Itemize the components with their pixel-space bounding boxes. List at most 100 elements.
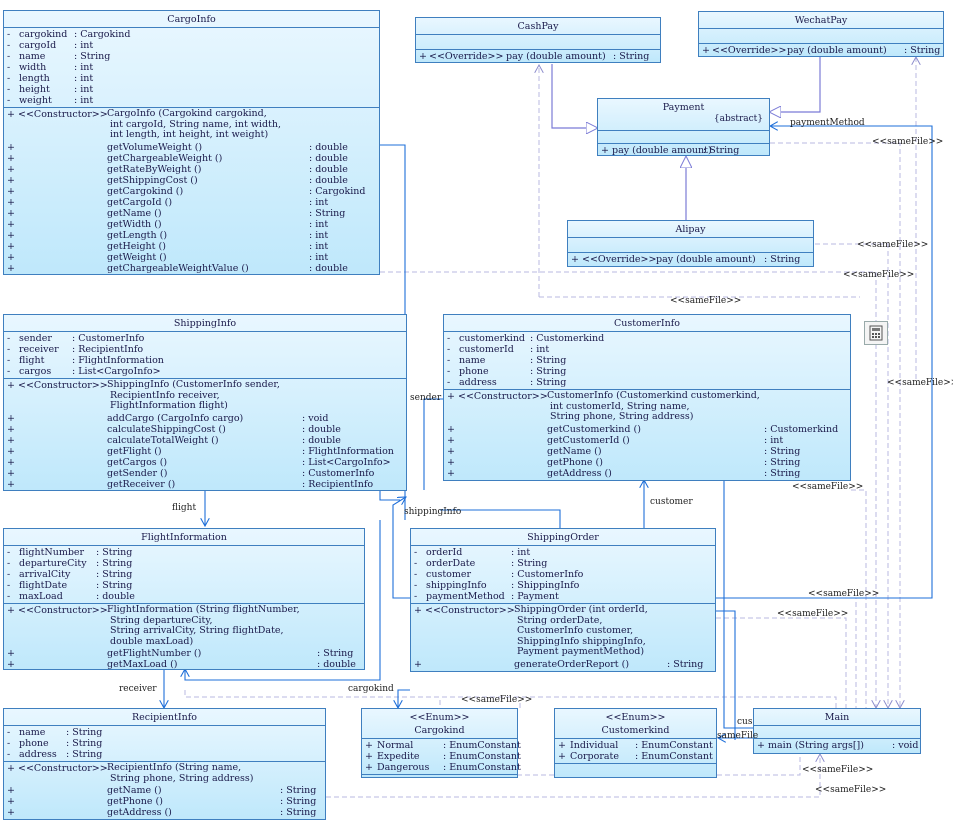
attribute-row[interactable]: - sender: CustomerInfo [4, 333, 406, 344]
operation-row[interactable]: + getMaxLoad (): double [4, 659, 364, 670]
attribute-row[interactable]: - flightDate: String [4, 580, 364, 591]
class-flightinformation[interactable]: FlightInformation - flightNumber: String -… [3, 528, 365, 670]
operation-row[interactable]: + getChargeableWeightValue (): double [4, 263, 379, 274]
operation-row[interactable]: + getLength (): int [4, 230, 379, 241]
operation-row[interactable]: + getCustomerkind (): Customerkind [444, 424, 850, 435]
attribute-row[interactable]: - flightNumber: String [4, 547, 364, 558]
operation-row[interactable]: + <<Override>> pay (double amount): String [568, 254, 813, 265]
class-name: Cargokind [414, 725, 465, 736]
attribute-row[interactable]: - customer: CustomerInfo [411, 569, 715, 580]
attributes-section [699, 29, 943, 44]
operation-row[interactable]: + getWidth (): int [4, 219, 379, 230]
attribute-row[interactable]: - customerkind: Customerkind [444, 333, 850, 344]
constructor-row[interactable]: + <<Constructor>> ShippingOrder (int order… [411, 604, 715, 659]
class-wechatpay[interactable]: WechatPay + <<Override>> pay (double amoun… [698, 11, 944, 57]
attribute-row[interactable]: - length: int [4, 73, 379, 84]
attribute-name: maxLoad [19, 591, 63, 602]
operation-row[interactable]: + getCustomerId (): int [444, 435, 850, 446]
operation-row[interactable]: + getRateByWeight (): double [4, 164, 379, 175]
attribute-row[interactable]: - flight: FlightInformation [4, 355, 406, 366]
operation-row[interactable]: + getCargos (): List<CargoInfo> [4, 457, 406, 468]
visibility-marker: - [447, 344, 451, 355]
constructor-row[interactable]: + <<Constructor>> RecipientInfo (String na… [4, 762, 325, 785]
operation-row[interactable]: + getFlight (): FlightInformation [4, 446, 406, 457]
attribute-row[interactable]: - cargos: List<CargoInfo> [4, 366, 406, 377]
attribute-row[interactable]: - customerId: int [444, 344, 850, 355]
attribute-row[interactable]: - phone: String [4, 738, 325, 749]
attribute-row[interactable]: - address: String [4, 749, 325, 760]
operation-row[interactable]: + getShippingCost (): double [4, 175, 379, 186]
attribute-row[interactable]: + Dangerous: EnumConstant [362, 762, 521, 773]
operation-return-type: : String [280, 796, 317, 807]
class-main[interactable]: Main + main (String args[]): void [753, 708, 921, 754]
class-recipientinfo[interactable]: RecipientInfo - name: String - phone: Strin… [3, 708, 326, 820]
attribute-row[interactable]: + Corporate: EnumConstant [555, 751, 716, 762]
attribute-row[interactable]: - phone: String [444, 366, 850, 377]
attribute-row[interactable]: + Normal: EnumConstant [362, 740, 521, 751]
attribute-row[interactable]: - shippingInfo: ShippingInfo [411, 580, 715, 591]
operation-row[interactable]: + getName (): String [4, 785, 325, 796]
operation-row[interactable]: + <<Override>> pay (double amount): String [416, 51, 660, 62]
calculator-icon[interactable] [864, 321, 888, 345]
operation-row[interactable]: + getFlightNumber (): String [4, 648, 364, 659]
class-cargokind[interactable]: <<Enum>> Cargokind + Normal: EnumConstant… [361, 708, 521, 778]
attribute-row[interactable]: - paymentMethod: Payment [411, 591, 715, 602]
operation-row[interactable]: + getCargoId (): int [4, 197, 379, 208]
attribute-row[interactable]: - arrivalCity: String [4, 569, 364, 580]
operation-row[interactable]: + getVolumeWeight (): double [4, 142, 379, 153]
attribute-row[interactable]: - orderDate: String [411, 558, 715, 569]
class-shippingorder[interactable]: ShippingOrder - orderId: int - orderDate: S… [410, 528, 716, 672]
class-shippinginfo[interactable]: ShippingInfo - sender: CustomerInfo - recei… [3, 314, 407, 491]
visibility-marker: + [7, 218, 15, 230]
attribute-row[interactable]: - name: String [4, 51, 379, 62]
operation-row[interactable]: + getPhone (): String [444, 457, 850, 468]
class-cashpay[interactable]: CashPay + <<Override>> pay (double amount)… [415, 17, 661, 63]
class-customerkind[interactable]: <<Enum>> Customerkind + Individual: EnumC… [554, 708, 717, 778]
class-customerinfo[interactable]: CustomerInfo - customerkind: Customerkind… [443, 314, 851, 481]
operation-row[interactable]: + getReceiver (): RecipientInfo [4, 479, 406, 490]
attribute-row[interactable]: - departureCity: String [4, 558, 364, 569]
attribute-row[interactable]: - receiver: RecipientInfo [4, 344, 406, 355]
attribute-name: phone [19, 738, 49, 749]
operation-row[interactable]: + getAddress (): String [444, 468, 850, 479]
constructor-row[interactable]: + <<Constructor>> CustomerInfo (Customerki… [444, 390, 850, 424]
operation-row[interactable]: + getSender (): CustomerInfo [4, 468, 406, 479]
operation-row[interactable]: + main (String args[]): void [754, 740, 920, 751]
class-payment[interactable]: Payment {abstract} + pay (double amount):… [597, 98, 770, 156]
operation-row[interactable]: + generateOrderReport (): String [411, 659, 715, 670]
attribute-type: : String [511, 558, 548, 569]
operation-row[interactable]: + getPhone (): String [4, 796, 325, 807]
constructor-row[interactable]: + <<Constructor>> CargoInfo (Cargokind car… [4, 108, 379, 142]
operation-row[interactable]: + addCargo (CargoInfo cargo): void [4, 413, 406, 424]
operation-row[interactable]: + getName (): String [444, 446, 850, 457]
attribute-row[interactable]: + Expedite: EnumConstant [362, 751, 521, 762]
operation-row[interactable]: + getWeight (): int [4, 252, 379, 263]
constructor-row[interactable]: + <<Constructor>> ShippingInfo (CustomerIn… [4, 379, 406, 413]
operation-return-type: : double [317, 659, 356, 670]
attribute-row[interactable]: - name: String [4, 727, 325, 738]
attribute-row[interactable]: - orderId: int [411, 547, 715, 558]
attribute-row[interactable]: - weight: int [4, 95, 379, 106]
constructor-signature: CustomerInfo (Customerkind customerkind,… [547, 390, 760, 422]
attribute-row[interactable]: - cargokind: Cargokind [4, 29, 379, 40]
attribute-row[interactable]: - height: int [4, 84, 379, 95]
attribute-row[interactable]: - address: String [444, 377, 850, 388]
constructor-row[interactable]: + <<Constructor>> FlightInformation (Strin… [4, 604, 364, 648]
attribute-row[interactable]: - name: String [444, 355, 850, 366]
attribute-row[interactable]: + Individual: EnumConstant [555, 740, 716, 751]
class-cargoinfo[interactable]: CargoInfo - cargokind: Cargokind - cargoId:… [3, 10, 380, 275]
attribute-row[interactable]: - maxLoad: double [4, 591, 364, 602]
attribute-row[interactable]: - width: int [4, 62, 379, 73]
attribute-row[interactable]: - cargoId: int [4, 40, 379, 51]
operation-row[interactable]: + <<Override>> pay (double amount): String [699, 45, 943, 56]
operation-row[interactable]: + getHeight (): int [4, 241, 379, 252]
operation-row[interactable]: + calculateShippingCost (): double [4, 424, 406, 435]
class-name: CargoInfo [4, 11, 379, 28]
operation-row[interactable]: + pay (double amount): String [598, 145, 769, 156]
operation-row[interactable]: + getCargokind (): Cargokind [4, 186, 379, 197]
operation-row[interactable]: + getAddress (): String [4, 807, 325, 818]
operation-row[interactable]: + calculateTotalWeight (): double [4, 435, 406, 446]
class-alipay[interactable]: Alipay + <<Override>> pay (double amount):… [567, 220, 814, 267]
operation-row[interactable]: + getChargeableWeight (): double [4, 153, 379, 164]
operation-row[interactable]: + getName (): String [4, 208, 379, 219]
